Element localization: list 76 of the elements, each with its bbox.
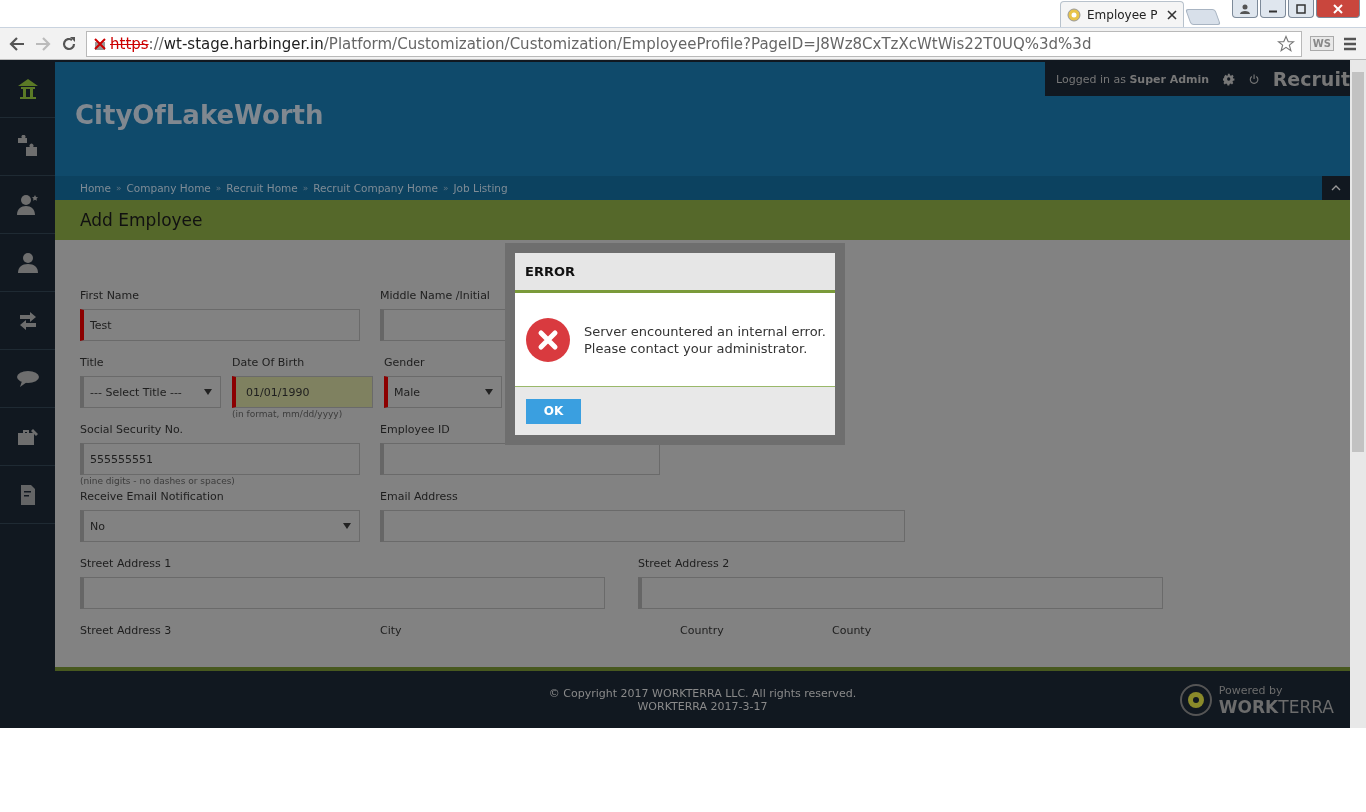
breadcrumb-separator: » <box>215 183 222 193</box>
site-icon <box>1067 7 1081 22</box>
breadcrumb-separator: » <box>116 183 122 193</box>
user-star-icon <box>15 192 40 217</box>
dropdown-caret-icon <box>204 389 212 395</box>
field-label: Street Address 2 <box>638 556 731 572</box>
field-hint: (in format, mm/dd/yyyy) <box>232 409 344 419</box>
breadcrumb-separator: » <box>443 183 449 193</box>
page-title: Add Employee <box>55 200 1350 240</box>
field-label: City <box>380 623 403 639</box>
field-label: Gender <box>384 355 426 371</box>
breadcrumb-link[interactable]: Job Listing <box>453 182 508 194</box>
powered-by-text: Powered by <box>1218 683 1284 697</box>
maximize-button[interactable] <box>1288 0 1314 18</box>
tab-title: Employee P <box>1087 7 1159 22</box>
user-button[interactable] <box>1232 0 1258 18</box>
reload-icon[interactable] <box>60 34 78 53</box>
star-icon[interactable] <box>1276 34 1295 53</box>
input-field[interactable] <box>380 443 660 475</box>
field-label: Street Address 3 <box>80 623 173 639</box>
field-label: Title <box>80 355 105 371</box>
dropdown-caret-icon <box>485 389 493 395</box>
browser-tab[interactable]: Employee P <box>1060 1 1184 27</box>
user-icon <box>1240 3 1250 14</box>
logged-in-text: Logged in as Super Admin <box>1056 72 1210 86</box>
menu-icon[interactable] <box>1342 35 1358 52</box>
error-icon <box>526 317 570 362</box>
breadcrumb-separator: » <box>302 183 309 193</box>
field-hint: (nine digits - no dashes or spaces) <box>80 476 236 486</box>
minimize-button[interactable] <box>1260 0 1286 18</box>
field-label: Date Of Birth <box>232 355 306 371</box>
field-label: Street Address 1 <box>80 556 173 572</box>
input-field[interactable]: 01/01/1990 <box>232 376 373 408</box>
close-button[interactable] <box>1316 0 1360 18</box>
breadcrumb-link[interactable]: Home <box>80 182 111 194</box>
input-field[interactable]: Test <box>80 309 360 341</box>
breadcrumb-link[interactable]: Recruit Company Home <box>313 182 438 194</box>
field-label: Social Security No. <box>80 422 185 438</box>
input-field[interactable]: 555555551 <box>80 443 360 475</box>
minimize-icon <box>1268 10 1278 13</box>
field-label: First Name <box>80 288 141 304</box>
field-label: Receive Email Notification <box>80 489 225 505</box>
copyright-text: © Copyright 2017 WORKTERRA LLC. All rights reserved. <box>548 686 857 700</box>
select-field[interactable]: Male <box>384 376 502 408</box>
module-name: Recruit <box>1272 68 1350 90</box>
breadcrumb-link[interactable]: Recruit Home <box>226 182 298 194</box>
company-name: CityOfLakeWorth <box>74 99 324 130</box>
brand-name: WORKTERRA <box>1218 696 1334 717</box>
address-field[interactable]: https://wt-stage.harbinger.in/Platform/Customization/Customization/EmployeeProfile?PageID=J8Wz8CxTzXcWtWis22T0UQ%3d%3d <box>86 30 1302 57</box>
user-icon <box>15 250 40 275</box>
select-field[interactable]: --- Select Title --- <box>80 376 221 408</box>
field-label: Middle Name /Initial <box>380 288 491 304</box>
field-label: Country <box>680 623 725 639</box>
scrollbar[interactable] <box>1350 60 1366 728</box>
select-field[interactable]: No <box>80 510 360 542</box>
field-label: Email Address <box>380 489 459 505</box>
dialog-title: ERROR <box>515 253 835 293</box>
field-label: County <box>832 623 873 639</box>
dropdown-caret-icon <box>343 523 351 529</box>
workterra-logo-icon <box>1178 683 1213 717</box>
input-field[interactable] <box>80 577 605 609</box>
breadcrumb-link[interactable]: Company Home <box>126 182 211 194</box>
collapse-button[interactable] <box>1322 176 1350 200</box>
ok-button[interactable]: OK <box>526 398 581 424</box>
maximize-icon <box>1296 3 1306 14</box>
input-field[interactable] <box>638 577 1163 609</box>
close-icon[interactable] <box>1167 9 1177 20</box>
input-field[interactable] <box>380 510 905 542</box>
extension-icon[interactable]: WS <box>1309 36 1334 51</box>
caret-up-icon <box>1331 185 1341 191</box>
field-label: Employee ID <box>380 422 451 438</box>
error-message: Server encountered an internal error. Please contact your administrator. <box>584 322 826 357</box>
close-icon <box>1333 3 1343 14</box>
back-icon[interactable] <box>8 34 26 53</box>
version-text: WORKTERRA 2017-3-17 <box>636 699 769 713</box>
new-tab-button[interactable] <box>1185 9 1221 25</box>
